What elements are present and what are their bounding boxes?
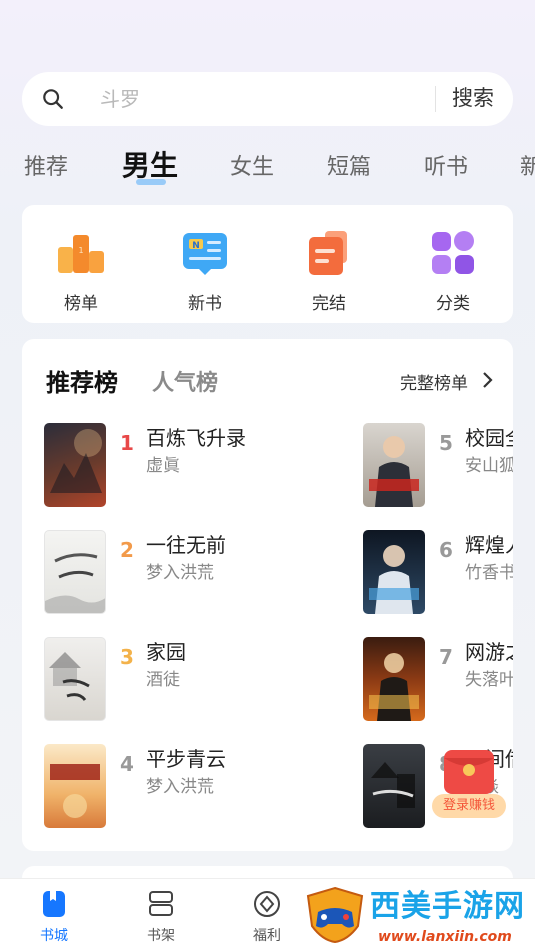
book-title: 平步青云 — [146, 747, 226, 771]
book-title: 家园 — [146, 640, 186, 664]
book-item[interactable]: 6 辉煌人 竹香书 — [363, 530, 513, 614]
gamepad-shield-icon — [306, 886, 364, 944]
book-author: 安山狐 — [465, 456, 513, 476]
svg-text:1: 1 — [78, 246, 83, 255]
book-author: 竹香书 — [465, 563, 513, 583]
tab-female[interactable]: 女生 — [230, 154, 274, 182]
search-divider — [435, 86, 436, 112]
quick-entry-finished[interactable]: 完结 — [289, 227, 369, 315]
bookshelf-icon — [149, 891, 173, 916]
book-author: 梦入洪荒 — [146, 563, 214, 583]
bookstore-icon — [43, 891, 65, 917]
active-tab-indicator — [136, 179, 166, 185]
quick-entry-label: 完结 — [312, 294, 346, 314]
rank-number: 5 — [439, 431, 453, 455]
tab-popular-ranking[interactable]: 人气榜 — [152, 365, 218, 397]
site-watermark: 西美手游网 www.lanxiin.com — [300, 880, 535, 951]
rank-number: 2 — [120, 538, 134, 562]
nav-label: 书架 — [147, 928, 175, 944]
rank-number: 4 — [120, 752, 134, 776]
quick-entry-label: 新书 — [188, 294, 222, 314]
book-cover — [44, 423, 106, 507]
book-author: 失落叶 — [465, 670, 513, 690]
book-author: 梦入洪荒 — [146, 777, 214, 797]
book-cover — [363, 423, 425, 507]
book-item[interactable]: 1 百炼飞升录 虚眞 — [44, 423, 344, 507]
book-cover — [44, 637, 106, 721]
nav-item-welfare[interactable]: 福利 — [237, 889, 297, 945]
book-item[interactable]: 4 平步青云 梦入洪荒 — [44, 744, 344, 828]
login-reward-label: 登录赚钱 — [432, 794, 506, 818]
cover-art-icon — [371, 762, 415, 808]
quick-entry-ranking[interactable]: 1 榜单 — [41, 227, 121, 315]
book-title: 辉煌人 — [465, 533, 513, 557]
full-ranking-link[interactable]: 完整榜单 — [400, 369, 468, 394]
rank-number: 1 — [120, 431, 134, 455]
book-cover — [44, 744, 106, 828]
book-title: 网游之 — [465, 640, 513, 664]
book-author: 酒徒 — [146, 670, 180, 690]
tab-recommend-ranking[interactable]: 推荐榜 — [46, 363, 118, 398]
book-cover — [363, 637, 425, 721]
category-icon — [432, 231, 474, 274]
book-title: 校园全 — [465, 426, 513, 450]
cover-art-icon — [369, 436, 419, 507]
watermark-url: www.lanxiin.com — [378, 929, 512, 945]
quick-entry-label: 榜单 — [64, 294, 98, 314]
new-book-icon: N — [183, 233, 227, 275]
chevron-right-icon — [483, 372, 493, 388]
nav-label: 福利 — [253, 928, 281, 944]
quick-entry-new-book[interactable]: N 新书 — [165, 227, 245, 315]
podium-icon: 1 — [58, 235, 104, 273]
search-button[interactable]: 搜索 — [452, 84, 494, 112]
book-item[interactable]: 7 网游之 失落叶 — [363, 637, 513, 721]
search-bar[interactable]: 斗罗 搜索 — [22, 72, 513, 126]
book-title: 一往无前 — [146, 533, 226, 557]
quick-entry-label: 分类 — [436, 294, 470, 314]
cover-art-icon — [49, 652, 90, 701]
tab-new[interactable]: 新 — [520, 154, 535, 182]
tab-audio[interactable]: 听书 — [424, 154, 468, 182]
book-author: 虚眞 — [146, 456, 180, 476]
rank-number: 6 — [439, 538, 453, 562]
cover-art-icon — [50, 429, 102, 493]
svg-text:N: N — [192, 241, 200, 251]
search-input[interactable]: 斗罗 — [100, 86, 140, 112]
tab-recommend[interactable]: 推荐 — [24, 154, 68, 182]
cover-art-icon — [369, 653, 419, 721]
watermark-text: 西美手游网 — [370, 889, 525, 924]
cover-art-icon — [369, 545, 419, 614]
book-item[interactable]: 3 家园 酒徒 — [44, 637, 344, 721]
book-title: 百炼飞升录 — [146, 426, 246, 450]
red-packet-icon — [444, 750, 494, 794]
nav-item-bookstore[interactable]: 书城 — [24, 889, 84, 945]
quick-entry-category[interactable]: 分类 — [413, 227, 493, 315]
book-cover — [44, 530, 106, 614]
finished-icon — [309, 231, 347, 275]
login-reward-float[interactable]: 登录赚钱 — [432, 750, 506, 822]
rank-number: 3 — [120, 645, 134, 669]
nav-label: 书城 — [40, 928, 68, 944]
rank-number: 7 — [439, 645, 453, 669]
nav-item-bookshelf[interactable]: 书架 — [131, 889, 191, 945]
cover-art-icon — [45, 553, 105, 613]
book-item[interactable]: 5 校园全 安山狐 — [363, 423, 513, 507]
book-cover — [363, 530, 425, 614]
welfare-icon — [254, 891, 280, 917]
search-icon — [43, 89, 63, 109]
book-cover — [363, 744, 425, 828]
tab-short[interactable]: 短篇 — [327, 154, 371, 182]
cover-art-icon — [50, 764, 100, 818]
quick-entry-card: 1 榜单 N 新书 完结 分类 — [22, 205, 513, 323]
channel-tabs: 推荐 男生 女生 短篇 听书 新 — [0, 148, 535, 192]
book-item[interactable]: 2 一往无前 梦入洪荒 — [44, 530, 344, 614]
